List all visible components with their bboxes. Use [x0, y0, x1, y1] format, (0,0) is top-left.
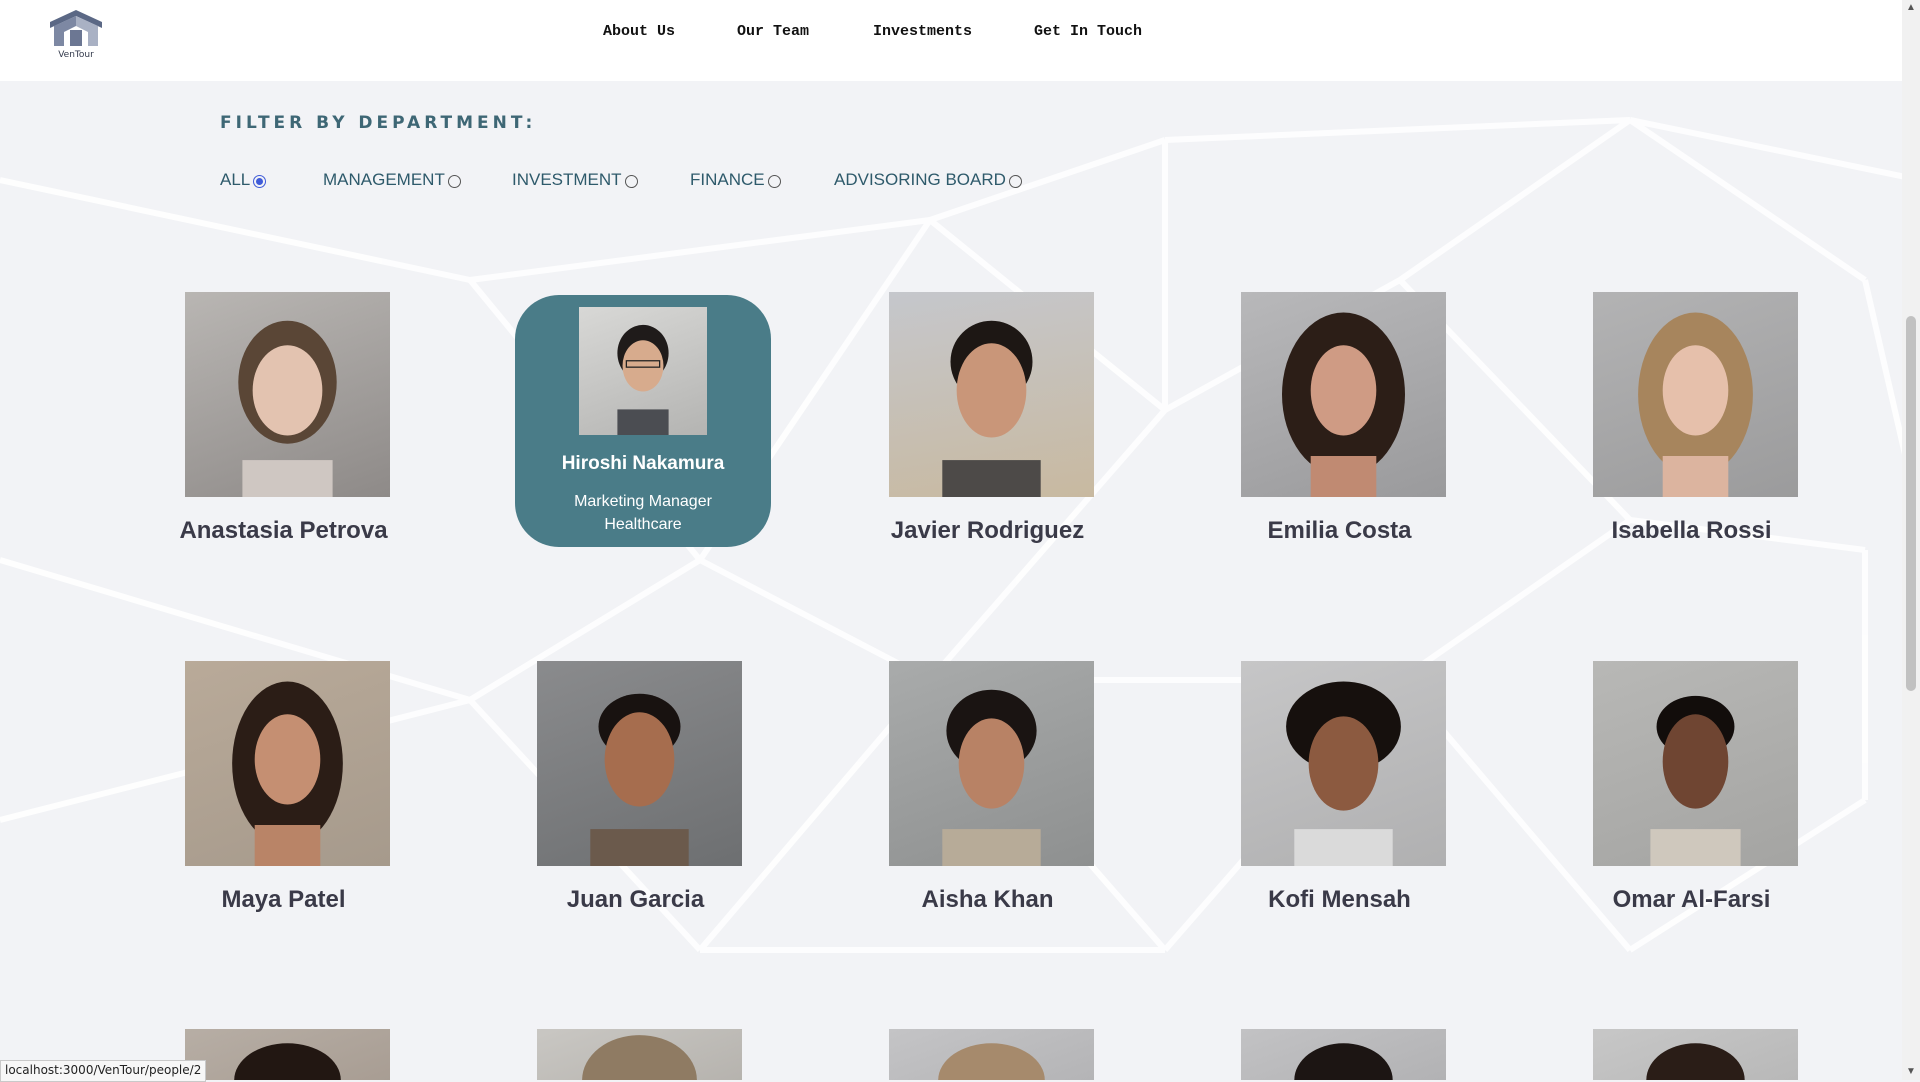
filter-option-label: ALL [220, 170, 251, 189]
scroll-up-icon[interactable]: ▲ [1906, 2, 1916, 13]
person-name: Aisha Khan [921, 886, 1054, 913]
scroll-down-icon[interactable]: ▼ [1906, 1066, 1916, 1077]
nav-get-in-touch[interactable]: Get In Touch [1034, 23, 1142, 40]
person-card-hovered[interactable]: Hiroshi Nakamura Marketing Manager Healt… [515, 295, 771, 547]
filter-option-finance[interactable]: FINANCE [690, 170, 781, 190]
ventour-logo[interactable]: VenTour [46, 6, 106, 66]
person-name: Maya Patel [221, 886, 346, 913]
nav-our-team[interactable]: Our Team [737, 23, 809, 40]
filter-option-label: ADVISORING BOARD [834, 170, 1006, 189]
hovered-person-role: Marketing Manager [574, 493, 712, 510]
person-name: Omar Al-Farsi [1612, 886, 1771, 913]
person-photo [185, 1029, 390, 1080]
filter-option-investment[interactable]: INVESTMENT [512, 170, 638, 190]
filter-option-management[interactable]: MANAGEMENT [323, 170, 461, 190]
person-photo [1241, 661, 1446, 866]
status-bar-url: localhost:3000/VenTour/people/2 [0, 1060, 207, 1082]
person-photo [889, 1029, 1094, 1080]
person-name: Kofi Mensah [1268, 886, 1411, 913]
person-name: Javier Rodriguez [890, 517, 1085, 544]
house-logo-icon [50, 10, 102, 46]
person-photo [537, 661, 742, 866]
radio-selected-icon[interactable] [253, 174, 267, 188]
person-photo [185, 661, 390, 866]
radio-icon[interactable] [624, 174, 638, 188]
person-name: Isabella Rossi [1611, 517, 1772, 544]
person-name: Anastasia Petrova [179, 517, 388, 544]
radio-icon[interactable] [1008, 174, 1022, 188]
filter-option-advisoring-board[interactable]: ADVISORING BOARD [834, 170, 1022, 190]
radio-icon[interactable] [447, 174, 461, 188]
person-photo [889, 661, 1094, 866]
hovered-person-sector: Healthcare [604, 516, 682, 533]
logo-text: VenTour [58, 50, 94, 60]
person-photo [1241, 1029, 1446, 1080]
filter-option-all[interactable]: ALL [220, 170, 267, 190]
person-photo [537, 1029, 742, 1080]
person-name: Emilia Costa [1267, 517, 1412, 544]
person-photo [889, 292, 1094, 497]
person-photo [185, 292, 390, 497]
radio-icon[interactable] [767, 174, 781, 188]
filter-option-label: MANAGEMENT [323, 170, 445, 189]
page-scrollbar[interactable]: ▲ ▼ [1902, 0, 1920, 1080]
person-photo [1593, 661, 1798, 866]
person-photo [1593, 1029, 1798, 1080]
top-navbar: VenTour About Us Our Team Investments Ge… [0, 0, 1902, 81]
nav-about-us[interactable]: About Us [603, 23, 675, 40]
person-photo [1593, 292, 1798, 497]
filter-option-label: INVESTMENT [512, 170, 622, 189]
hovered-person-name: Hiroshi Nakamura [561, 453, 725, 474]
filter-title: FILTER BY DEPARTMENT: [220, 113, 537, 133]
nav-investments[interactable]: Investments [873, 23, 972, 40]
person-name: Juan Garcia [566, 886, 705, 913]
person-photo [1241, 292, 1446, 497]
scroll-thumb[interactable] [1906, 316, 1916, 691]
filter-option-label: FINANCE [690, 170, 765, 189]
person-photo [579, 307, 707, 435]
